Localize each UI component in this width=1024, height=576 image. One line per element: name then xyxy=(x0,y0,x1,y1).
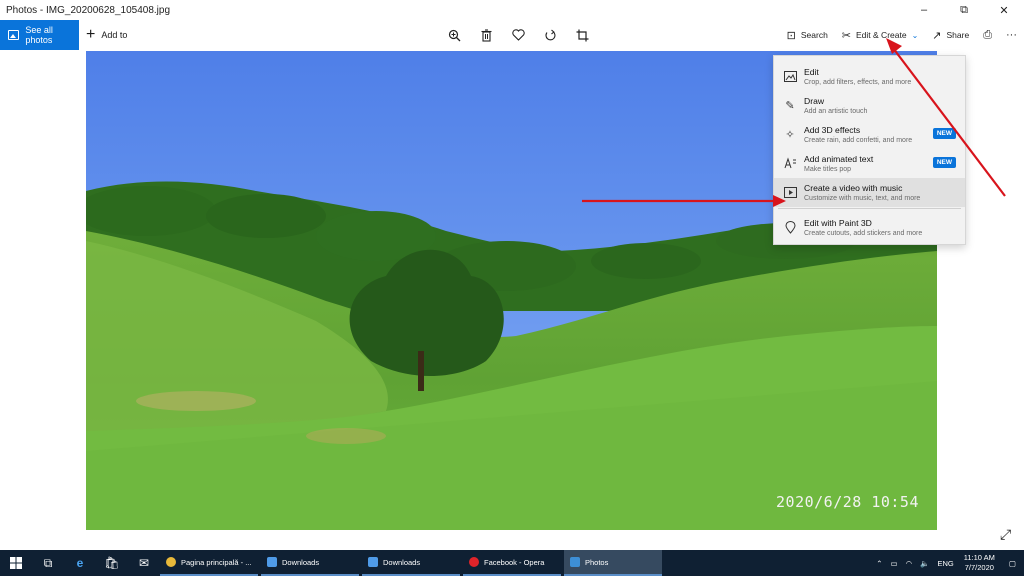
downloads-icon xyxy=(267,557,277,567)
clock-date: 7/7/2020 xyxy=(964,563,994,572)
pen-icon: ✎ xyxy=(785,99,795,112)
menu-item-draw[interactable]: ✎ Draw Add an artistic touch xyxy=(774,91,965,120)
share-icon: ↗ xyxy=(932,29,942,42)
menu-item-title: Add 3D effects xyxy=(804,125,861,135)
system-tray: ⌃ ▭ ◠ 🔈 ENG 11:10 AM 7/7/2020 ▢ xyxy=(872,550,1024,576)
menu-item-title: Add animated text xyxy=(804,154,874,164)
favorite-heart-icon[interactable] xyxy=(502,20,534,50)
paint3d-icon xyxy=(783,220,797,234)
search-button[interactable]: ⊡ Search xyxy=(780,20,835,50)
chevron-down-icon: ⌄ xyxy=(911,30,919,40)
menu-item-title: Create a video with music xyxy=(804,183,903,193)
edit-scissors-icon: ✂ xyxy=(841,29,852,42)
taskbar-app-chrome[interactable]: Pagina principală - ... xyxy=(160,550,258,576)
photos-icon xyxy=(570,557,580,567)
see-all-photos-label: See all photos xyxy=(25,25,53,45)
taskbar-app-label: Pagina principală - ... xyxy=(181,557,252,567)
gallery-icon xyxy=(8,30,20,40)
edit-create-label: Edit & Create xyxy=(856,30,907,40)
delete-icon[interactable] xyxy=(470,20,502,50)
taskbar-app-downloads-2[interactable]: Downloads xyxy=(362,550,460,576)
taskbar: ⧉ e 🛍 ✉ Pagina principală - ... Download… xyxy=(0,550,1024,576)
task-view-icon[interactable]: ⧉ xyxy=(32,550,64,576)
battery-icon[interactable]: ▭ xyxy=(887,559,902,568)
edit-create-button[interactable]: ✂ Edit & Create ⌄ xyxy=(835,20,925,50)
menu-item-edit[interactable]: Edit Crop, add filters, effects, and mor… xyxy=(774,62,965,91)
title-bar: Photos - IMG_20200628_105408.jpg – ⧉ ✕ xyxy=(0,0,1024,20)
menu-item-title: Draw xyxy=(804,96,825,106)
menu-item-title: Edit xyxy=(804,67,819,77)
animated-text-icon xyxy=(783,156,797,170)
fullscreen-expand-icon[interactable]: ⤢ xyxy=(1000,526,1011,543)
share-button[interactable]: ↗ Share xyxy=(925,20,976,50)
close-button[interactable]: ✕ xyxy=(984,0,1024,20)
photo-timestamp: 2020/6/28 10:54 xyxy=(776,493,919,511)
print-button[interactable]: ⎙ xyxy=(976,20,999,50)
minimize-button[interactable]: – xyxy=(904,0,944,20)
more-options-button[interactable]: ··· xyxy=(999,20,1024,50)
search-icon: ⊡ xyxy=(786,29,796,42)
menu-item-create-video[interactable]: Create a video with music Customize with… xyxy=(774,178,965,207)
taskbar-app-label: Photos xyxy=(585,557,609,567)
plus-icon: + xyxy=(86,26,96,43)
menu-item-subtitle: Create cutouts, add stickers and more xyxy=(804,230,923,237)
chrome-icon xyxy=(166,557,176,567)
center-tools xyxy=(438,20,598,50)
notifications-icon[interactable]: ▢ xyxy=(1001,559,1024,568)
menu-divider xyxy=(778,208,961,209)
crop-icon[interactable] xyxy=(566,20,598,50)
video-icon xyxy=(783,185,797,199)
chevron-up-icon[interactable]: ⌃ xyxy=(872,559,886,568)
downloads-icon xyxy=(368,557,378,567)
menu-item-subtitle: Create rain, add confetti, and more xyxy=(804,137,913,144)
opera-icon xyxy=(469,557,479,567)
taskbar-app-label: Downloads xyxy=(282,557,320,567)
menu-item-animated-text[interactable]: Add animated text Make titles pop NEW xyxy=(774,149,965,178)
taskbar-app-photos[interactable]: Photos xyxy=(564,550,662,576)
3d-effects-icon: ✧ xyxy=(785,128,795,141)
new-badge: NEW xyxy=(932,128,956,139)
see-all-photos-button[interactable]: See all photos xyxy=(0,20,79,50)
edge-icon[interactable]: e xyxy=(64,550,96,576)
menu-item-3d-effects[interactable]: ✧ Add 3D effects Create rain, add confet… xyxy=(774,120,965,149)
search-label: Search xyxy=(800,30,828,40)
taskbar-app-opera[interactable]: Facebook - Opera xyxy=(463,550,561,576)
wifi-icon[interactable]: ◠ xyxy=(902,559,917,568)
more-icon: ··· xyxy=(1006,29,1017,41)
maximize-button[interactable]: ⧉ xyxy=(944,0,984,20)
store-icon[interactable]: 🛍 xyxy=(96,550,128,576)
taskbar-app-downloads[interactable]: Downloads xyxy=(261,550,359,576)
window-title: Photos - IMG_20200628_105408.jpg xyxy=(6,4,171,16)
clock-time: 11:10 AM xyxy=(963,553,995,562)
mail-icon[interactable]: ✉ xyxy=(128,550,160,576)
add-to-button[interactable]: + Add to xyxy=(86,20,127,50)
edit-create-menu: Edit Crop, add filters, effects, and mor… xyxy=(773,55,966,245)
menu-item-paint-3d[interactable]: Edit with Paint 3D Create cutouts, add s… xyxy=(774,213,965,242)
new-badge: NEW xyxy=(932,157,956,168)
start-windows-icon[interactable] xyxy=(0,550,32,576)
menu-item-subtitle: Crop, add filters, effects, and more xyxy=(804,79,912,86)
photo-toolbar: See all photos + Add to ⊡ Search ✂ Edit … xyxy=(0,20,1024,50)
edit-image-icon xyxy=(783,69,797,83)
rotate-icon[interactable] xyxy=(534,20,566,50)
taskbar-app-label: Facebook - Opera xyxy=(484,557,545,567)
clock[interactable]: 11:10 AM 7/7/2020 xyxy=(958,553,1001,573)
print-icon: ⎙ xyxy=(983,28,992,41)
right-tools: ⊡ Search ✂ Edit & Create ⌄ ↗ Share ⎙ ··· xyxy=(780,20,1024,50)
add-to-label: Add to xyxy=(101,30,128,40)
menu-item-subtitle: Add an artistic touch xyxy=(804,108,868,115)
menu-item-subtitle: Customize with music, text, and more xyxy=(804,195,921,202)
language-indicator[interactable]: ENG xyxy=(934,559,958,568)
menu-item-title: Edit with Paint 3D xyxy=(804,218,872,228)
share-label: Share xyxy=(946,30,970,40)
zoom-icon[interactable] xyxy=(438,20,470,50)
volume-icon[interactable]: 🔈 xyxy=(916,559,933,568)
menu-item-subtitle: Make titles pop xyxy=(804,166,852,173)
taskbar-app-label: Downloads xyxy=(383,557,421,567)
